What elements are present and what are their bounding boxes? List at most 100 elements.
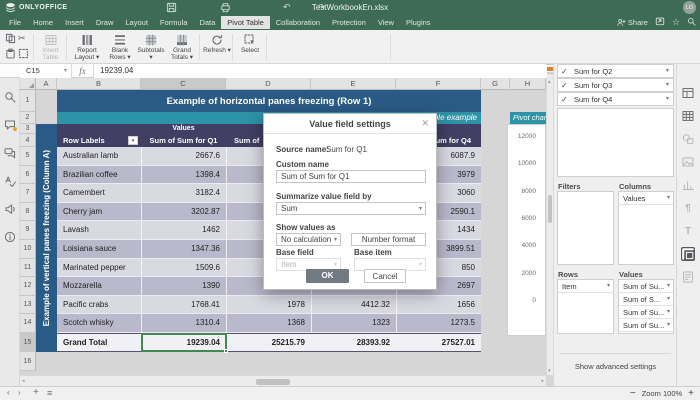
menu-tab-view[interactable]: View: [372, 16, 400, 29]
scroll-down-icon[interactable]: ▾: [548, 368, 551, 374]
select-button[interactable]: Select: [236, 33, 264, 54]
column-header-E[interactable]: E: [311, 78, 396, 90]
scroll-up-icon[interactable]: ▴: [548, 79, 551, 85]
refresh-button[interactable]: Refresh ▾: [203, 33, 231, 54]
favorite-icon[interactable]: ☆: [672, 18, 680, 27]
summarize-select[interactable]: Sum▾: [276, 202, 426, 215]
values-item[interactable]: Sum of S...▾: [619, 293, 673, 306]
vertical-scrollbar[interactable]: ▴ ▾: [546, 78, 553, 375]
row-header-4[interactable]: 4: [20, 134, 36, 147]
select-all-button[interactable]: [18, 48, 30, 60]
custom-name-input[interactable]: Sum of Sum for Q1: [276, 170, 426, 183]
report-layout-button[interactable]: ReportLayout ▾: [70, 33, 104, 61]
grand-totals-button[interactable]: GrandTotals ▾: [167, 33, 197, 61]
ok-button[interactable]: OK: [306, 269, 349, 283]
menu-tab-plugins[interactable]: Plugins: [400, 16, 437, 29]
column-header-H[interactable]: H: [510, 78, 546, 90]
insert-function-button[interactable]: fx: [72, 64, 94, 78]
horizontal-scroll-thumb[interactable]: [256, 379, 290, 385]
selected-cell[interactable]: [141, 333, 227, 352]
chevron-down-icon[interactable]: ▾: [667, 306, 670, 319]
column-header-B[interactable]: B: [57, 78, 141, 90]
pivot-settings-icon[interactable]: [681, 247, 695, 261]
column-header-A[interactable]: A: [36, 78, 57, 90]
row-header-14[interactable]: 14: [20, 314, 36, 333]
values-item[interactable]: Sum of Su...▾: [619, 306, 673, 319]
undo-button[interactable]: ↶: [283, 2, 295, 14]
rows-item[interactable]: Item▾: [558, 280, 613, 293]
redo-button[interactable]: ↷: [318, 2, 330, 14]
row-header-15[interactable]: 15: [20, 333, 36, 352]
row-header-7[interactable]: 7: [20, 184, 36, 203]
add-sheet-button[interactable]: +: [33, 388, 39, 398]
open-file-location-icon[interactable]: [655, 16, 665, 28]
menu-tab-pivot-table[interactable]: Pivot Table: [221, 16, 270, 29]
table-settings-icon[interactable]: [681, 109, 695, 123]
chevron-down-icon[interactable]: ▾: [667, 280, 670, 293]
copy-button[interactable]: [5, 33, 17, 45]
prev-sheet-button[interactable]: ‹: [7, 388, 10, 398]
cell-name-box[interactable]: C15▾: [20, 64, 72, 78]
chevron-down-icon[interactable]: ▾: [666, 93, 669, 106]
row-header-3[interactable]: 3: [20, 124, 36, 134]
column-header-D[interactable]: D: [226, 78, 311, 90]
vertical-scroll-thumb[interactable]: [548, 195, 552, 223]
blank-rows-button[interactable]: BlankRows ▾: [105, 33, 135, 61]
chevron-down-icon[interactable]: ▾: [607, 280, 610, 293]
scroll-right-icon[interactable]: ▸: [541, 378, 544, 384]
zoom-level[interactable]: Zoom 100%: [642, 389, 682, 398]
about-icon[interactable]: [3, 230, 17, 244]
save-button[interactable]: [166, 2, 178, 14]
row-labels-filter-button[interactable]: ▾: [128, 136, 138, 145]
menu-tab-formula[interactable]: Formula: [154, 16, 194, 29]
show-advanced-settings-link[interactable]: Show advanced settings: [554, 362, 677, 371]
columns-item[interactable]: Values▾: [619, 192, 673, 205]
row-header-12[interactable]: 12: [20, 277, 36, 296]
show-values-as-select[interactable]: No calculation▾: [276, 233, 341, 246]
columns-box[interactable]: Values▾: [618, 191, 674, 265]
cut-button[interactable]: ✂: [18, 33, 30, 45]
chevron-down-icon[interactable]: ▾: [666, 65, 669, 78]
row-header-5[interactable]: 5: [20, 147, 36, 166]
menu-tab-layout[interactable]: Layout: [119, 16, 154, 29]
cell-settings-icon[interactable]: [681, 86, 695, 100]
print-button[interactable]: [220, 2, 232, 14]
paste-button[interactable]: [5, 48, 17, 60]
search-icon[interactable]: [687, 17, 696, 28]
chevron-down-icon[interactable]: ▾: [64, 64, 67, 78]
comments-icon[interactable]: [3, 118, 17, 132]
chevron-down-icon[interactable]: ▾: [666, 79, 669, 92]
feedback-icon[interactable]: [3, 202, 17, 216]
values-item[interactable]: Sum of Su...▾: [619, 280, 673, 293]
rows-box[interactable]: Item▾: [557, 279, 614, 334]
cancel-button[interactable]: Cancel: [364, 269, 406, 283]
column-header-G[interactable]: G: [481, 78, 510, 90]
menu-tab-home[interactable]: Home: [27, 16, 59, 29]
user-avatar[interactable]: LO: [683, 1, 696, 14]
horizontal-scrollbar[interactable]: ◂ ▸: [20, 375, 546, 386]
chevron-down-icon[interactable]: ▾: [667, 319, 670, 332]
pivot-chart-area[interactable]: 120001000080006000400020000: [507, 124, 546, 336]
row-header-11[interactable]: 11: [20, 259, 36, 278]
row-header-10[interactable]: 10: [20, 240, 36, 259]
number-format-button[interactable]: Number format: [351, 233, 426, 246]
zoom-in-button[interactable]: +: [688, 388, 694, 399]
row-header-8[interactable]: 8: [20, 203, 36, 222]
pivot-field-sum-for-q3[interactable]: ✓Sum for Q3▾: [557, 78, 674, 92]
menu-tab-protection[interactable]: Protection: [326, 16, 372, 29]
menu-tab-collaboration[interactable]: Collaboration: [270, 16, 326, 29]
share-button[interactable]: Share: [617, 18, 648, 27]
values-item[interactable]: Sum of Su...▾: [619, 319, 673, 332]
search-icon[interactable]: [3, 90, 17, 104]
spellcheck-icon[interactable]: [3, 174, 17, 188]
pivot-field-sum-for-q4[interactable]: ✓Sum for Q4▾: [557, 92, 674, 106]
chevron-down-icon[interactable]: ▾: [667, 192, 670, 205]
row-header-6[interactable]: 6: [20, 166, 36, 185]
column-header-C[interactable]: C: [141, 78, 226, 90]
selection-handle[interactable]: [224, 349, 228, 353]
scroll-left-icon[interactable]: ◂: [22, 378, 25, 384]
row-header-13[interactable]: 13: [20, 296, 36, 315]
chevron-down-icon[interactable]: ▾: [667, 293, 670, 306]
close-icon[interactable]: ✕: [421, 118, 429, 129]
row-header-9[interactable]: 9: [20, 221, 36, 240]
